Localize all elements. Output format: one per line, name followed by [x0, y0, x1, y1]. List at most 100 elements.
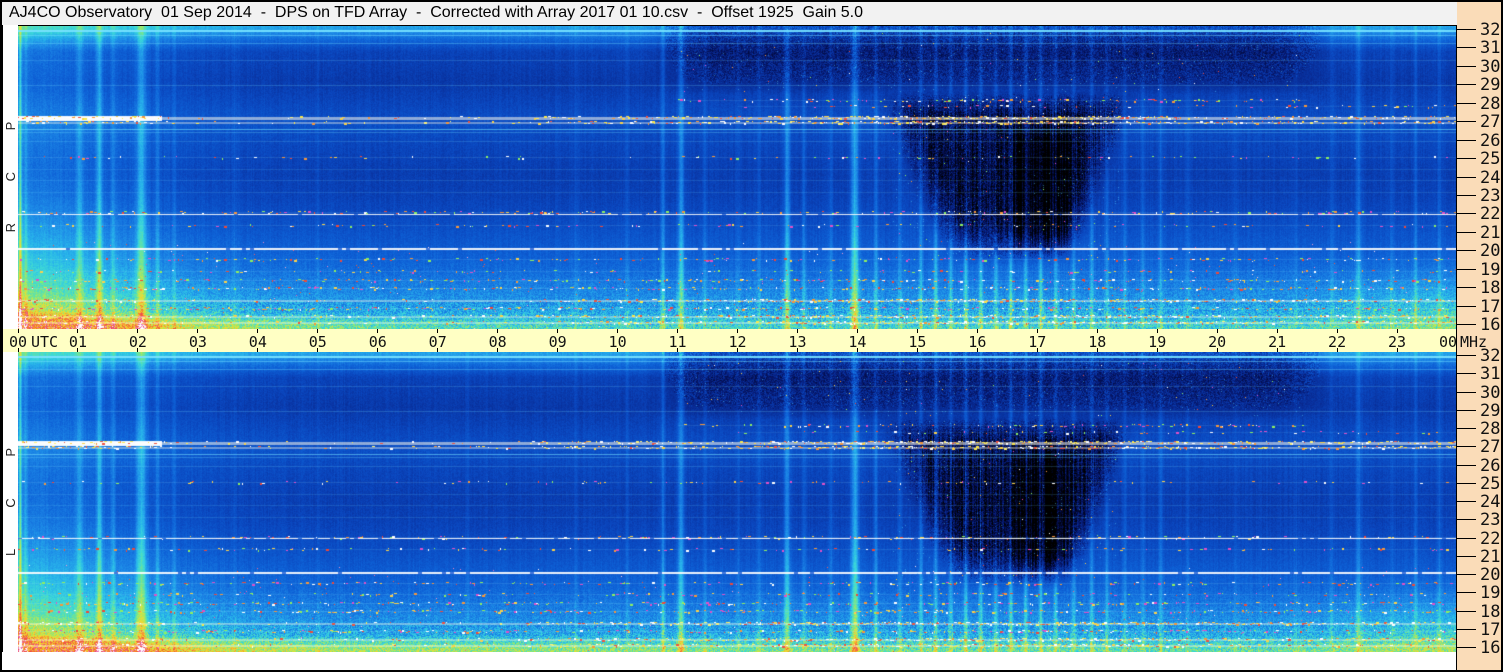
time-tick-label: 01: [68, 333, 87, 351]
window-title: AJ4CO Observatory 01 Sep 2014 - DPS on T…: [9, 4, 864, 21]
frequency-tick: [1457, 158, 1476, 159]
time-tick-label: 07: [428, 333, 447, 351]
frequency-tick-label: 27: [1480, 112, 1501, 132]
time-tick-label: 13: [788, 333, 807, 351]
frequency-tick: [1457, 592, 1476, 593]
frequency-tick: [1457, 250, 1476, 251]
frequency-tick-label: 29: [1480, 401, 1501, 421]
frequency-tick: [1457, 29, 1476, 30]
frequency-tick: [1457, 446, 1476, 447]
time-tick-label: 09: [548, 333, 567, 351]
frequency-tick-label: 21: [1480, 547, 1501, 567]
frequency-tick-label: 22: [1480, 529, 1501, 549]
time-tick-label: 20: [1208, 333, 1227, 351]
frequency-axis-unit: MHz: [1460, 333, 1488, 351]
frequency-tick-label: 25: [1480, 149, 1501, 169]
frequency-tick: [1457, 501, 1476, 502]
frequency-tick: [1457, 121, 1476, 122]
time-tick-label: 21: [1268, 333, 1287, 351]
frequency-tick-label: 28: [1480, 419, 1501, 439]
frequency-tick-label: 17: [1480, 620, 1501, 640]
frequency-tick-label: 20: [1480, 565, 1501, 585]
time-axis: 00 01 02 03 04 05 06 07 08 09 10 11 12 13 14 15 16 17 18 19…: [3, 329, 1458, 352]
frequency-tick: [1457, 140, 1476, 141]
frequency-tick-label: 24: [1480, 492, 1501, 512]
frequency-tick-label: 18: [1480, 602, 1501, 622]
polarization-label-rcp: R C P: [3, 121, 18, 232]
time-tick-label: 18: [1088, 333, 1107, 351]
frequency-tick-label: 28: [1480, 94, 1501, 114]
time-tick-label: 10: [608, 333, 627, 351]
frequency-tick-label: 31: [1480, 364, 1501, 384]
frequency-tick: [1457, 103, 1476, 104]
frequency-tick: [1457, 574, 1476, 575]
frequency-tick-label: 23: [1480, 186, 1501, 206]
frequency-tick-label: 16: [1480, 638, 1501, 658]
time-tick-label: 00: [8, 333, 28, 351]
time-tick-label: 16: [968, 333, 987, 351]
frequency-tick-label: 22: [1480, 204, 1501, 224]
frequency-tick: [1457, 373, 1476, 374]
frequency-tick: [1457, 177, 1476, 178]
frequency-tick-label: 26: [1480, 131, 1501, 151]
frequency-tick-label: 26: [1480, 456, 1501, 476]
time-tick-label: 23: [1388, 333, 1407, 351]
frequency-tick-label: 21: [1480, 223, 1501, 243]
frequency-tick: [1457, 483, 1476, 484]
frequency-tick-label: 23: [1480, 510, 1501, 530]
time-tick-label: 08: [488, 333, 507, 351]
frequency-axis-line: [1456, 25, 1457, 652]
time-tick-label: 03: [188, 333, 207, 351]
time-tick-label: 00: [1438, 333, 1457, 351]
frequency-tick-label: 19: [1480, 583, 1501, 603]
left-margin-rcp: R C P: [3, 25, 18, 329]
title-bar: AJ4CO Observatory 01 Sep 2014 - DPS on T…: [2, 2, 1457, 25]
frequency-tick-label: 17: [1480, 297, 1501, 317]
frequency-tick: [1457, 324, 1476, 325]
time-tick-label: 17: [1028, 333, 1047, 351]
time-axis-unit: UTC: [31, 333, 59, 351]
bottom-margin: [2, 652, 1456, 670]
frequency-tick-label: 18: [1480, 278, 1501, 298]
frequency-tick-label: 30: [1480, 383, 1501, 403]
frequency-tick: [1457, 629, 1476, 630]
frequency-tick-label: 16: [1480, 315, 1501, 335]
frequency-tick: [1457, 519, 1476, 520]
polarization-label-lcp: L C P: [3, 447, 18, 557]
frequency-tick-label: 25: [1480, 474, 1501, 494]
frequency-tick: [1457, 287, 1476, 288]
spectrograph-window: AJ4CO Observatory 01 Sep 2014 - DPS on T…: [0, 0, 1503, 672]
frequency-tick: [1457, 410, 1476, 411]
spectrogram-lcp-heatmap: [18, 352, 1457, 652]
time-tick-label: 12: [728, 333, 747, 351]
time-tick-label: 06: [368, 333, 387, 351]
left-margin-lcp: L C P: [3, 352, 18, 652]
frequency-tick: [1457, 611, 1476, 612]
frequency-tick-label: 32: [1480, 20, 1501, 40]
frequency-tick-label: 24: [1480, 168, 1501, 188]
spectrogram-rcp-heatmap: [18, 26, 1457, 329]
time-tick-label: 11: [668, 333, 687, 351]
frequency-tick: [1457, 556, 1476, 557]
time-tick-label: 14: [848, 333, 867, 351]
frequency-tick-label: 19: [1480, 260, 1501, 280]
time-tick-label: 05: [308, 333, 327, 351]
frequency-tick: [1457, 66, 1476, 67]
time-tick-label: 15: [908, 333, 927, 351]
time-tick-label: 02: [128, 333, 147, 351]
frequency-tick: [1457, 392, 1476, 393]
frequency-tick: [1457, 213, 1476, 214]
time-tick-label: 22: [1328, 333, 1347, 351]
frequency-tick: [1457, 47, 1476, 48]
frequency-tick-label: 31: [1480, 38, 1501, 58]
frequency-tick: [1457, 269, 1476, 270]
frequency-tick-label: 20: [1480, 241, 1501, 261]
frequency-scale: 32 31 30 29 28 27 26 25 24 23 22 21 20 19 18 17 16 32 31 30…: [1457, 2, 1501, 670]
frequency-tick: [1457, 232, 1476, 233]
frequency-tick: [1457, 355, 1476, 356]
frequency-tick: [1457, 84, 1476, 85]
frequency-tick: [1457, 306, 1476, 307]
frequency-tick: [1457, 538, 1476, 539]
frequency-tick-label: 27: [1480, 437, 1501, 457]
frequency-tick-label: 29: [1480, 75, 1501, 95]
